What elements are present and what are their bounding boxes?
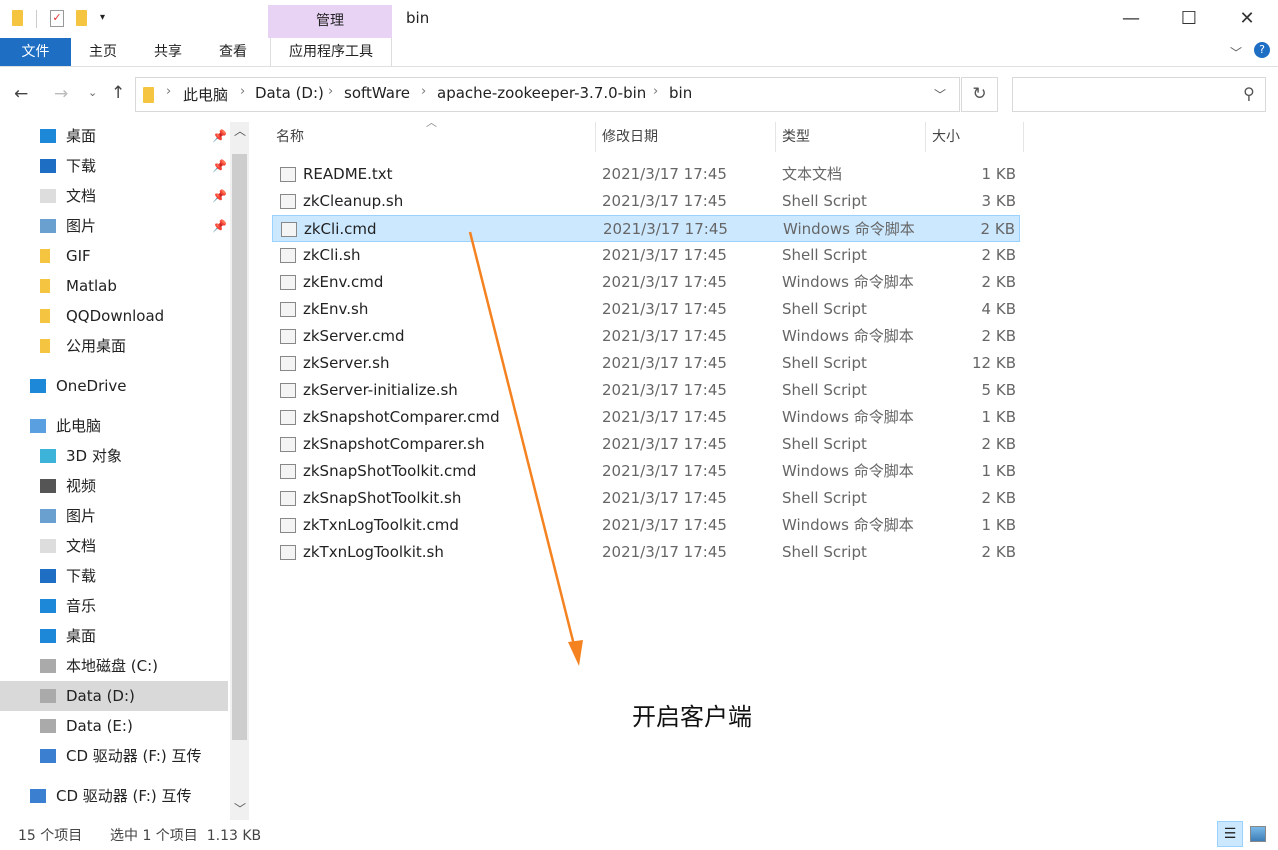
status-item-count: 15 个项目 xyxy=(18,828,83,844)
large-icons-view-button[interactable] xyxy=(1250,826,1266,842)
details-view-button[interactable]: ☰ xyxy=(1217,821,1243,847)
arrow-head xyxy=(568,640,583,666)
arrow-line xyxy=(468,231,576,646)
annotation-label: 开启客户端 xyxy=(632,703,752,731)
status-selection: 选中 1 个项目 1.13 KB xyxy=(110,828,262,844)
